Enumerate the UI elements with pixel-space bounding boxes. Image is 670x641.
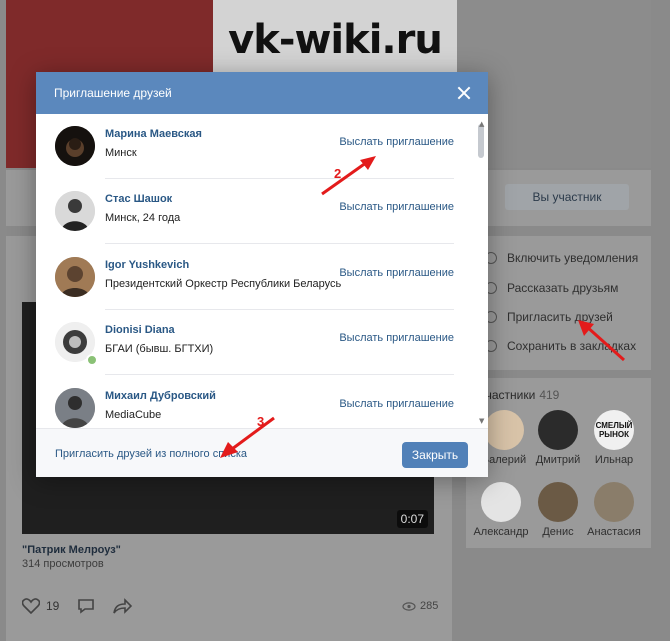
avatar[interactable] [55, 191, 95, 231]
post-views: 314 просмотров [22, 558, 104, 570]
list-item: Марина Маевская Минск Выслать приглашени… [36, 114, 476, 179]
friends-list: Марина Маевская Минск Выслать приглашени… [36, 114, 488, 428]
scrollbar-track[interactable] [477, 120, 485, 424]
invite-from-full-list-link[interactable]: Пригласить друзей из полного списка [55, 448, 247, 460]
like-count: 19 [46, 599, 60, 613]
avatar: СМЕЛЫЙ РЫНОК [594, 410, 634, 450]
members-count: 419 [539, 388, 560, 402]
member-item[interactable]: Денис [528, 482, 588, 538]
divider [105, 374, 454, 375]
member-item[interactable]: Дмитрий [528, 410, 588, 466]
close-icon[interactable] [456, 85, 472, 101]
friend-info: MediaCube [105, 409, 162, 421]
heart-icon [22, 598, 40, 614]
share-icon[interactable] [113, 598, 133, 614]
online-indicator [86, 354, 98, 366]
modal-title: Приглашение друзей [54, 86, 172, 100]
list-item: Igor Yushkevich Президентский Оркестр Ре… [36, 245, 476, 310]
avatar[interactable] [55, 388, 95, 428]
side-item-share[interactable]: Рассказать друзьям [485, 281, 618, 295]
list-item: Dionisi Diana БГАИ (бывш. БГТХИ) Выслать… [36, 310, 476, 375]
post-title[interactable]: "Патрик Мелроуз" [22, 544, 121, 556]
annotation-label-3: 3 [257, 414, 265, 429]
friend-info: Минск [105, 147, 137, 159]
members-title[interactable]: Участники 419 [478, 388, 559, 402]
list-item: Михаил Дубровский MediaCube Выслать приг… [36, 376, 476, 428]
views-count: 285 [402, 600, 438, 612]
send-invite-link[interactable]: Выслать приглашение [339, 136, 454, 148]
comment-icon[interactable] [77, 598, 95, 614]
member-item[interactable]: Александр [470, 482, 532, 538]
member-status-button[interactable]: Вы участник [505, 184, 629, 210]
avatar[interactable] [55, 257, 95, 297]
scrollbar-thumb[interactable] [478, 124, 484, 158]
post-actions: 19 [22, 598, 133, 614]
friend-name[interactable]: Стас Шашок [105, 193, 172, 205]
member-item[interactable]: СМЕЛЫЙ РЫНОК Ильнар [584, 410, 644, 466]
friend-info: БГАИ (бывш. БГТХИ) [105, 343, 214, 355]
friend-info: Минск, 24 года [105, 212, 181, 224]
send-invite-link[interactable]: Выслать приглашение [339, 201, 454, 213]
friend-name[interactable]: Михаил Дубровский [105, 390, 216, 402]
divider [105, 243, 454, 244]
avatar [538, 410, 578, 450]
friend-info: Президентский Оркестр Республики Беларус… [105, 278, 342, 290]
video-duration: 0:07 [396, 510, 428, 528]
side-item-notifications[interactable]: Включить уведомления [485, 251, 638, 265]
like-button[interactable]: 19 [22, 598, 59, 614]
list-item: Стас Шашок Минск, 24 года Выслать пригла… [36, 179, 476, 244]
avatar [538, 482, 578, 522]
avatar [594, 482, 634, 522]
modal-header: Приглашение друзей [36, 72, 488, 114]
scroll-down-icon[interactable]: ▼ [479, 417, 484, 425]
eye-icon [402, 601, 416, 611]
friend-name[interactable]: Dionisi Diana [105, 324, 175, 336]
avatar[interactable] [55, 126, 95, 166]
watermark: vk-wiki.ru [213, 0, 457, 80]
annotation-label-2: 2 [334, 166, 342, 181]
avatar [481, 482, 521, 522]
friend-name[interactable]: Igor Yushkevich [105, 259, 189, 271]
close-button[interactable]: Закрыть [402, 442, 468, 468]
send-invite-link[interactable]: Выслать приглашение [339, 398, 454, 410]
avatar [484, 410, 524, 450]
scroll-up-icon[interactable]: ▲ [479, 120, 484, 128]
friend-name[interactable]: Марина Маевская [105, 128, 202, 140]
side-item-bookmark[interactable]: Сохранить в закладках [485, 339, 636, 353]
member-item[interactable]: Анастасия [584, 482, 644, 538]
side-item-invite[interactable]: Пригласить друзей [485, 310, 613, 324]
send-invite-link[interactable]: Выслать приглашение [339, 267, 454, 279]
modal-footer: Пригласить друзей из полного списка Закр… [36, 428, 488, 477]
send-invite-link[interactable]: Выслать приглашение [339, 332, 454, 344]
